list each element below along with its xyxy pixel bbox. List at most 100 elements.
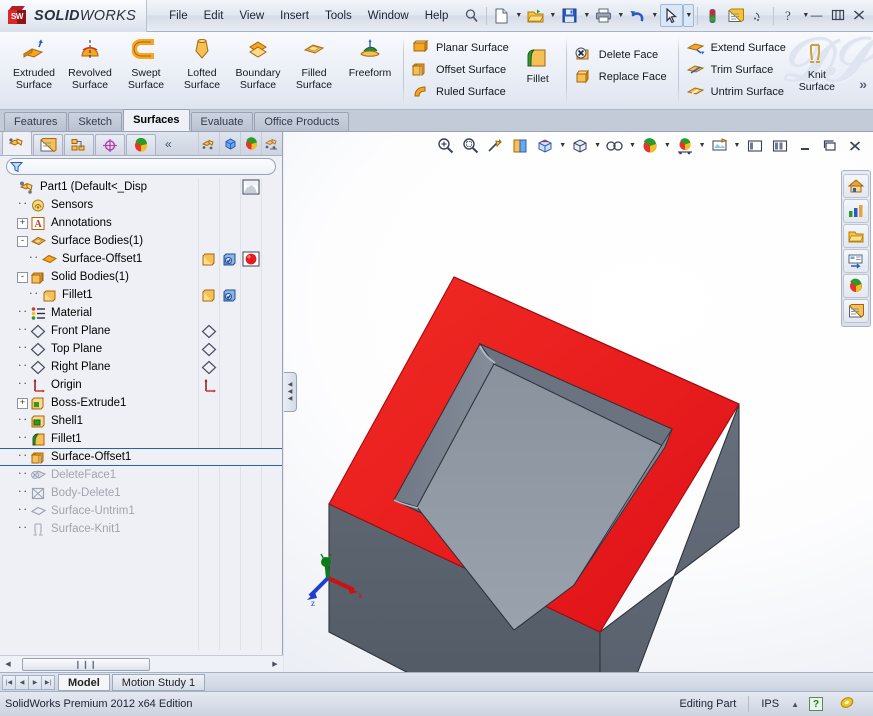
zoom-to-fit-icon[interactable] [433, 134, 458, 157]
tree-item-origin[interactable]: ·· Origin [0, 376, 282, 394]
hide-show-items-icon[interactable] [603, 134, 628, 157]
restore-doc-button[interactable] [817, 134, 842, 157]
freeform-button[interactable]: Freeform [342, 32, 398, 79]
configuration-manager-tab[interactable] [64, 134, 94, 155]
section-view-icon[interactable] [508, 134, 533, 157]
tree-item-annotations[interactable]: + A Annotations [0, 214, 282, 232]
swept-surface-button[interactable]: Swept Surface [118, 32, 174, 91]
view-orientation-icon[interactable] [533, 134, 558, 157]
tree-item-solid-bodies[interactable]: - Solid Bodies(1) [0, 268, 282, 286]
tab-office-products[interactable]: Office Products [254, 112, 350, 131]
extruded-surface-button[interactable]: Extruded Surface [6, 32, 62, 91]
file-explorer-icon[interactable] [843, 224, 869, 248]
search-icon[interactable] [460, 4, 483, 27]
select-dropdown[interactable]: ▼ [683, 4, 695, 27]
open-dropdown[interactable]: ▼ [547, 4, 558, 27]
tab-surfaces[interactable]: Surfaces [123, 109, 190, 131]
tree-item-part1[interactable]: Part1 (Default<_Disp [0, 178, 282, 196]
offset-surface-button[interactable]: Offset Surface [409, 59, 515, 81]
display-style-icon[interactable] [568, 134, 593, 157]
sketch-picture-dropdown[interactable]: ▼ [732, 134, 742, 157]
display-cell-hide[interactable] [198, 340, 219, 358]
tile-vertically-icon[interactable] [767, 134, 792, 157]
menu-insert[interactable]: Insert [272, 7, 317, 25]
collapse-tree-chevron[interactable]: « [165, 134, 172, 155]
sketch-picture-icon[interactable] [707, 134, 732, 157]
tree-item-boss-extrude1[interactable]: + Boss-Extrude1 [0, 394, 282, 412]
menu-view[interactable]: View [231, 7, 272, 25]
select-pointer-icon[interactable] [660, 4, 684, 27]
save-dropdown[interactable]: ▼ [581, 4, 592, 27]
minimize-doc-button[interactable] [792, 134, 817, 157]
menu-edit[interactable]: Edit [196, 7, 232, 25]
dimxpert-manager-tab[interactable] [95, 134, 125, 155]
tree-horizontal-scrollbar[interactable]: ◀ ❙❙❙ ▶ [0, 655, 283, 672]
ribbon-overflow-chevron[interactable]: » [859, 76, 867, 92]
knit-surface-button[interactable]: Knit Surface [792, 32, 842, 93]
tab-features[interactable]: Features [4, 112, 68, 131]
close-window-button[interactable] [848, 6, 869, 24]
overdefined-icon[interactable] [823, 695, 855, 713]
ruled-surface-button[interactable]: Ruled Surface [409, 81, 515, 103]
tree-toggle[interactable]: + [17, 217, 28, 229]
display-mode-column-header[interactable] [219, 132, 240, 155]
design-library-icon[interactable] [843, 199, 869, 223]
tree-item-deleteface1[interactable]: ·· DeleteFace1 [0, 466, 282, 484]
display-manager-tab[interactable] [126, 134, 156, 155]
tab-model[interactable]: Model [58, 673, 110, 691]
tree-toggle[interactable]: - [17, 271, 28, 283]
model-3d-view[interactable] [284, 132, 873, 672]
feature-manager-tab[interactable] [2, 131, 32, 155]
custom-properties-icon[interactable] [843, 299, 869, 323]
menu-tools[interactable]: Tools [317, 7, 360, 25]
status-units[interactable]: IPS [749, 698, 791, 710]
view-settings-dropdown[interactable]: ▼ [697, 134, 707, 157]
display-cell-hide[interactable] [198, 376, 219, 394]
menu-file[interactable]: File [161, 7, 196, 25]
tree-item-fillet1-body[interactable]: ·· Fillet1 [0, 286, 282, 304]
filled-surface-button[interactable]: Filled Surface [286, 32, 342, 91]
help-question-icon[interactable]: ? [777, 4, 800, 27]
tab-last-button[interactable]: ▶| [41, 674, 55, 690]
scroll-right-arrow[interactable]: ▶ [267, 657, 283, 672]
new-document-dropdown[interactable]: ▼ [513, 4, 524, 27]
new-document-icon[interactable] [490, 4, 513, 27]
untrim-surface-button[interactable]: Untrim Surface [684, 81, 792, 103]
zoom-to-area-icon[interactable] [458, 134, 483, 157]
graphics-area[interactable]: ◀ ◀ ◀ x z [284, 132, 873, 672]
print-icon[interactable] [592, 4, 615, 27]
boundary-surface-button[interactable]: Boundary Surface [230, 32, 286, 91]
tree-item-right-plane[interactable]: ·· Right Plane [0, 358, 282, 376]
tree-item-surface-offset1-body[interactable]: ·· Surface-Offset1 [0, 250, 282, 268]
tree-item-shell1[interactable]: ·· Shell1 [0, 412, 282, 430]
apply-scene-icon[interactable] [637, 134, 662, 157]
tab-prev-button[interactable]: ◀ [15, 674, 29, 690]
view-settings-icon[interactable] [672, 134, 697, 157]
status-units-arrow[interactable]: ▲ [791, 700, 809, 709]
appearances-scenes-icon[interactable] [843, 274, 869, 298]
close-doc-button[interactable] [842, 134, 867, 157]
property-manager-tab[interactable] [33, 134, 63, 155]
tree-item-surface-knit1[interactable]: ·· Surface-Knit1 [0, 520, 282, 538]
tab-motion-study-1[interactable]: Motion Study 1 [111, 673, 206, 691]
extend-surface-button[interactable]: Extend Surface [684, 37, 792, 59]
tab-next-button[interactable]: ▶ [28, 674, 42, 690]
search-filter-input[interactable] [6, 158, 276, 175]
tree-item-material[interactable]: ·· Material [0, 304, 282, 322]
display-cell-mode[interactable] [219, 286, 240, 304]
tree-toggle[interactable]: + [17, 397, 28, 409]
display-cell-hide[interactable] [198, 250, 219, 268]
tree-item-top-plane[interactable]: ·· Top Plane [0, 340, 282, 358]
menu-help[interactable]: Help [417, 7, 457, 25]
tree-item-sensors[interactable]: ·· Sensors [0, 196, 282, 214]
tree-toggle[interactable]: - [17, 235, 28, 247]
planar-surface-button[interactable]: Planar Surface [409, 37, 515, 59]
display-cell-hide[interactable] [198, 358, 219, 376]
open-folder-icon[interactable] [524, 4, 547, 27]
tab-first-button[interactable]: |◀ [2, 674, 16, 690]
display-cell-appearance[interactable] [240, 250, 261, 268]
print-dropdown[interactable]: ▼ [615, 4, 626, 27]
search-properties-icon[interactable] [843, 249, 869, 273]
scroll-track[interactable]: ❙❙❙ [16, 657, 267, 672]
options-icon[interactable] [724, 4, 747, 27]
